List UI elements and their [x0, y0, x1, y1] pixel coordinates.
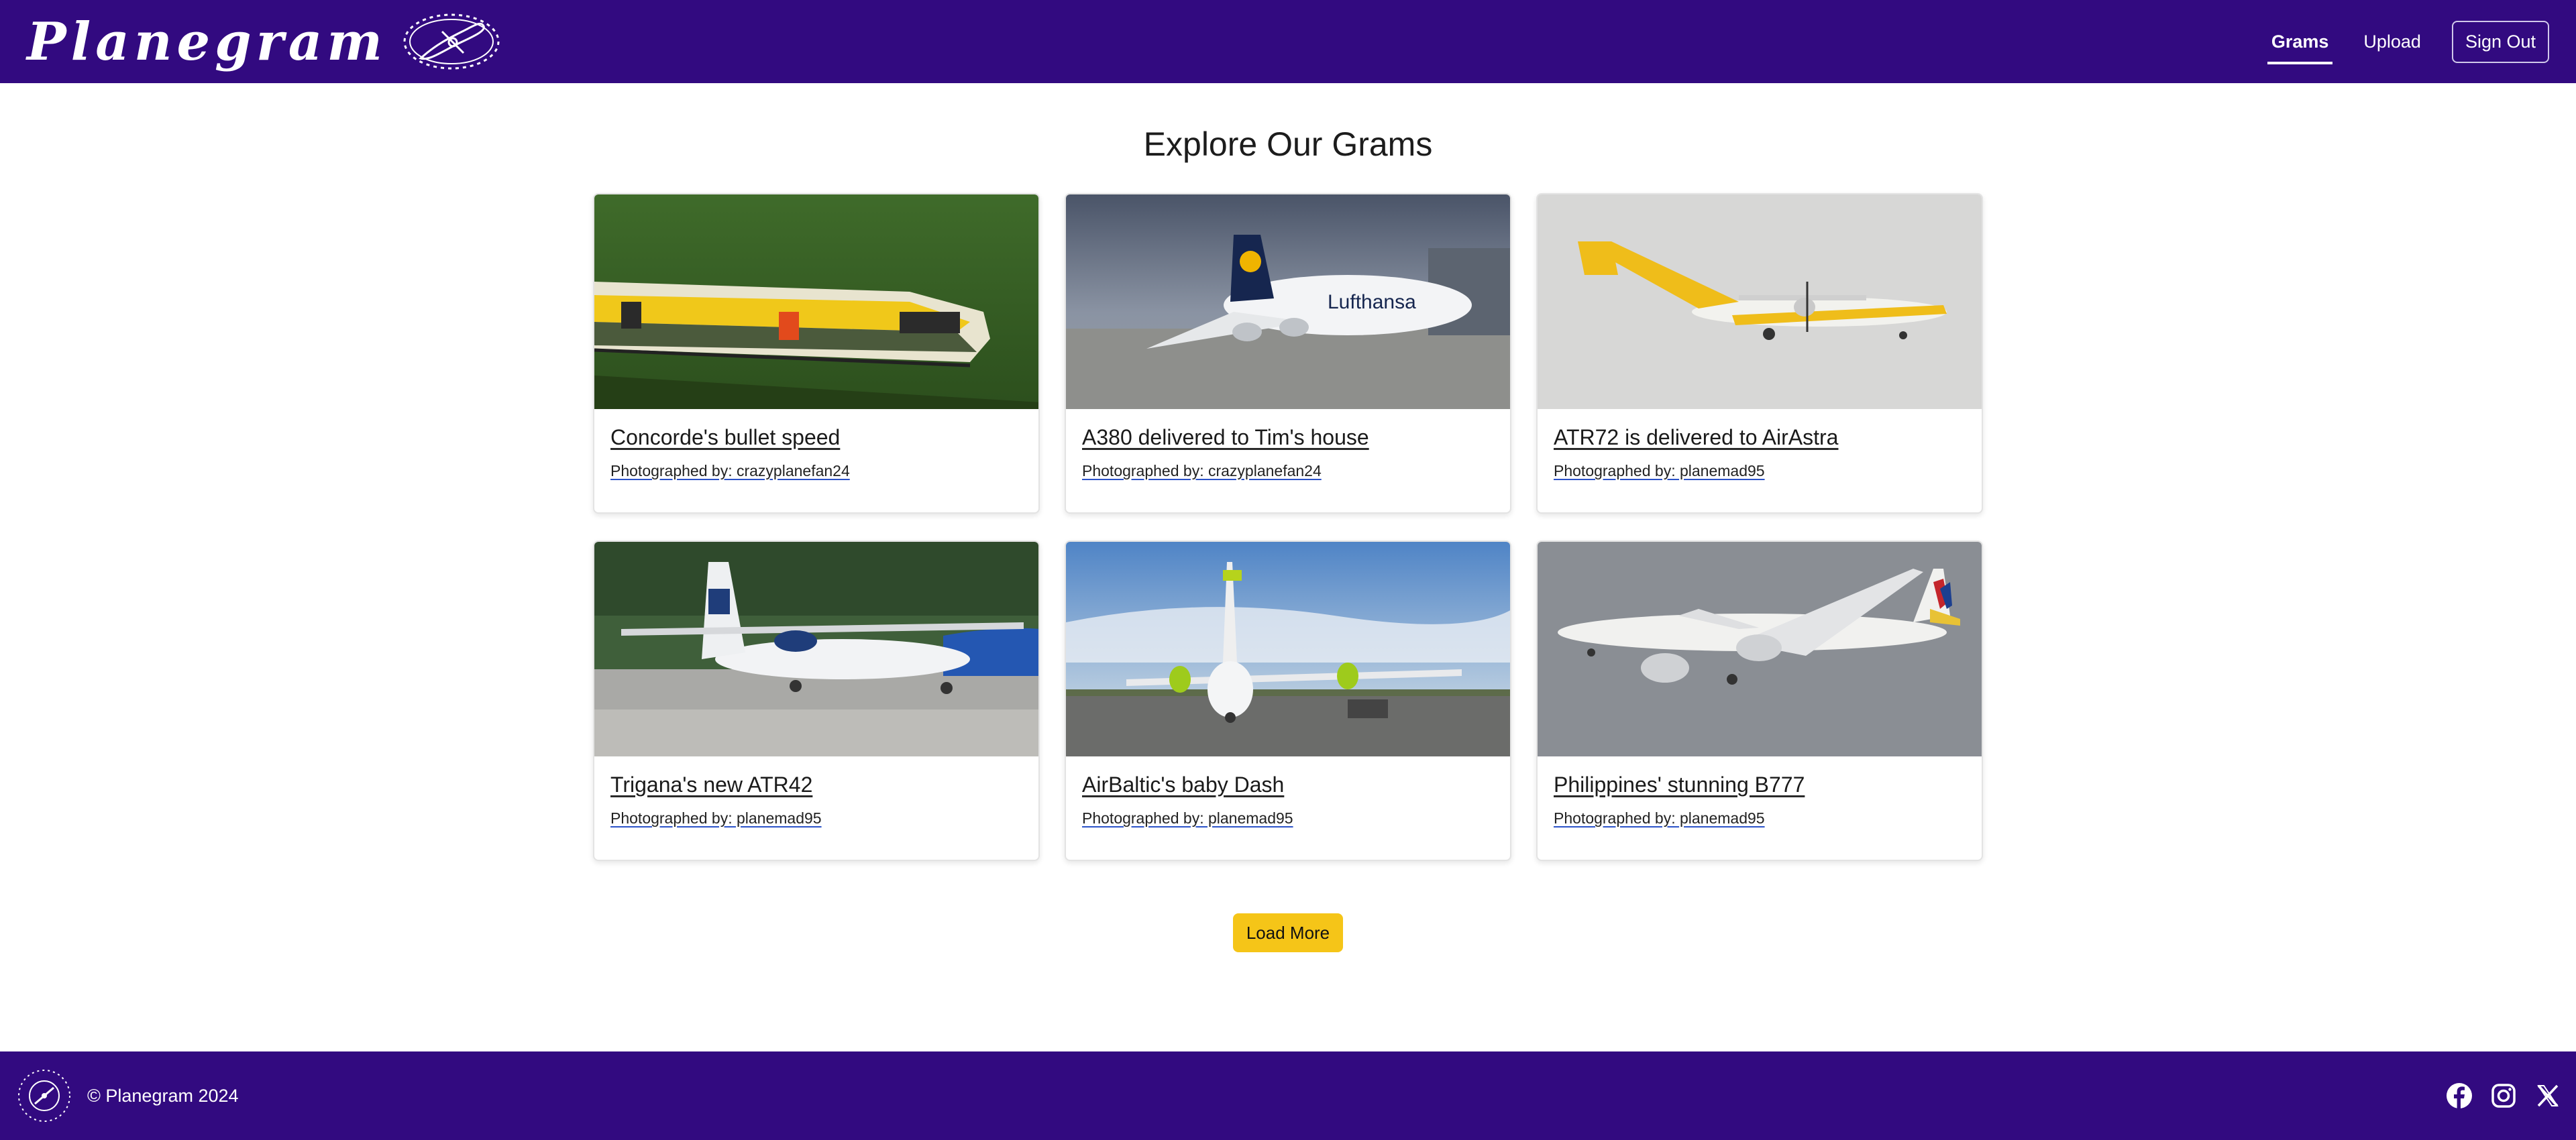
- gram-card: Lufthansa A380 delivered to Tim's house …: [1065, 193, 1511, 514]
- top-navbar: Planegram Grams Upload Sign Out: [0, 0, 2576, 83]
- gram-card: AirBaltic's baby Dash Photographed by: p…: [1065, 540, 1511, 861]
- x-icon[interactable]: [2534, 1082, 2561, 1109]
- gram-title[interactable]: AirBaltic's baby Dash: [1082, 773, 1494, 797]
- gram-card: Trigana's new ATR42 Photographed by: pla…: [593, 540, 1040, 861]
- atr72-photo[interactable]: [1538, 194, 1983, 409]
- page-title: Explore Our Grams: [1143, 125, 1433, 163]
- dash8-photo[interactable]: [1066, 542, 1511, 756]
- facebook-icon[interactable]: [2446, 1082, 2473, 1109]
- photographer-link[interactable]: Photographed by: crazyplanefan24: [610, 462, 1022, 480]
- gram-title[interactable]: Trigana's new ATR42: [610, 773, 1022, 797]
- social-links: [2428, 1082, 2561, 1109]
- photographer-link[interactable]: Photographed by: crazyplanefan24: [1082, 462, 1494, 480]
- nav-upload[interactable]: Upload: [2359, 26, 2425, 58]
- brand-name[interactable]: Planegram: [27, 11, 387, 72]
- a380-photo[interactable]: Lufthansa: [1066, 194, 1511, 409]
- b777-photo[interactable]: [1538, 542, 1983, 756]
- photographer-link[interactable]: Photographed by: planemad95: [1082, 809, 1494, 828]
- photographer-link[interactable]: Photographed by: planemad95: [610, 809, 1022, 828]
- load-more-button[interactable]: Load More: [1233, 913, 1343, 952]
- gram-title[interactable]: A380 delivered to Tim's house: [1082, 425, 1494, 450]
- main-nav: Grams Upload Sign Out: [2241, 0, 2549, 83]
- propeller-logo-icon: [403, 13, 500, 70]
- gram-title[interactable]: ATR72 is delivered to AirAstra: [1554, 425, 1966, 450]
- gram-title[interactable]: Philippines' stunning B777: [1554, 773, 1966, 797]
- brand[interactable]: Planegram: [27, 0, 501, 83]
- propeller-seal-logo-icon: [18, 1070, 70, 1122]
- gram-card: Philippines' stunning B777 Photographed …: [1536, 540, 1983, 861]
- atr42-photo[interactable]: [594, 542, 1040, 756]
- train-photo[interactable]: [594, 194, 1040, 409]
- instagram-icon[interactable]: [2490, 1082, 2517, 1109]
- copyright-text: © Planegram 2024: [87, 1085, 239, 1106]
- gram-title[interactable]: Concorde's bullet speed: [610, 425, 1022, 450]
- nav-grams[interactable]: Grams: [2267, 26, 2333, 64]
- gram-card: Concorde's bullet speed Photographed by:…: [593, 193, 1040, 514]
- grams-grid: Concorde's bullet speed Photographed by:…: [593, 193, 1983, 861]
- photographer-link[interactable]: Photographed by: planemad95: [1554, 462, 1966, 480]
- svg-text:Lufthansa: Lufthansa: [1328, 291, 1416, 313]
- footer: © Planegram 2024: [0, 1051, 2576, 1140]
- gram-card: ATR72 is delivered to AirAstra Photograp…: [1536, 193, 1983, 514]
- sign-out-button[interactable]: Sign Out: [2451, 20, 2549, 63]
- photographer-link[interactable]: Photographed by: planemad95: [1554, 809, 1966, 828]
